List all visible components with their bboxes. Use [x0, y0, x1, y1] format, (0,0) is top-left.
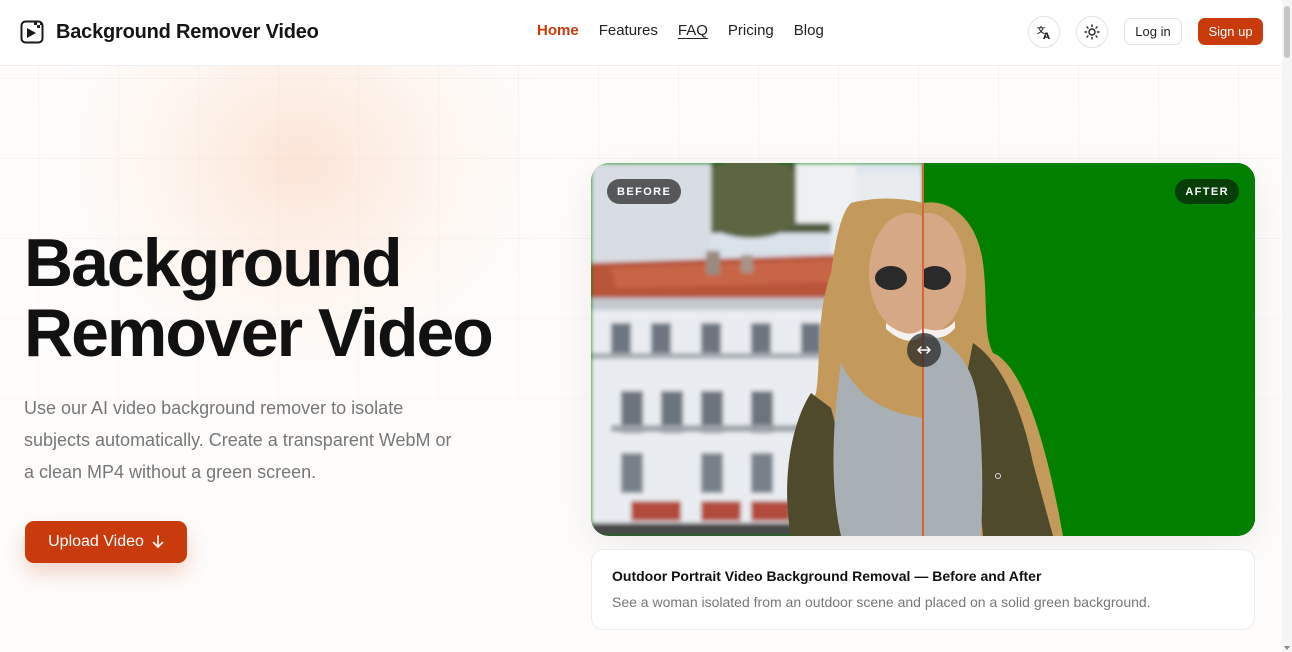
main-nav: Home Features FAQ Pricing Blog [537, 22, 844, 39]
video-logo-icon [20, 20, 44, 44]
theme-toggle-button[interactable] [1076, 16, 1108, 48]
before-after-slider[interactable]: BEFORE AFTER [591, 163, 1255, 536]
caption-description: See a woman isolated from an outdoor sce… [612, 594, 1151, 610]
language-button[interactable]: 文 A [1028, 16, 1060, 48]
svg-text:A: A [1043, 32, 1050, 40]
before-badge: BEFORE [607, 179, 682, 204]
page-scrollbar[interactable] [1282, 0, 1292, 652]
before-image [591, 163, 923, 536]
caption-title: Outdoor Portrait Video Background Remova… [612, 568, 1042, 584]
sun-icon [1084, 24, 1100, 40]
hero-description: Use our AI video background remover to i… [24, 398, 452, 482]
nav-home[interactable]: Home [537, 22, 579, 39]
hero-title-line1: Background [24, 225, 403, 301]
nav-faq[interactable]: FAQ [678, 22, 708, 39]
upload-video-button[interactable]: Upload Video [25, 521, 187, 563]
double-arrow-icon [917, 346, 931, 354]
nav-pricing[interactable]: Pricing [728, 22, 774, 39]
scrollbar-thumb[interactable] [1284, 6, 1290, 58]
scroll-down-arrow-icon[interactable] [1284, 646, 1290, 650]
nav-blog[interactable]: Blog [794, 22, 824, 39]
after-image [923, 163, 1255, 536]
signup-button[interactable]: Sign up [1198, 18, 1263, 45]
brand-logo[interactable]: Background Remover Video [20, 20, 319, 44]
nav-features[interactable]: Features [599, 22, 658, 39]
hero-title: Background Remover Video [24, 228, 564, 368]
comparison-caption: Outdoor Portrait Video Background Remova… [591, 549, 1255, 630]
hero-title-line2: Remover Video [24, 295, 494, 371]
brand-name: Background Remover Video [56, 20, 319, 43]
slider-handle[interactable] [907, 333, 941, 367]
login-button[interactable]: Log in [1124, 18, 1182, 45]
arrow-down-icon [152, 535, 164, 548]
after-badge: AFTER [1175, 179, 1239, 204]
upload-video-label: Upload Video [48, 533, 144, 550]
site-header: Background Remover Video Home Features F… [0, 0, 1282, 66]
translate-icon: 文 A [1037, 25, 1050, 40]
